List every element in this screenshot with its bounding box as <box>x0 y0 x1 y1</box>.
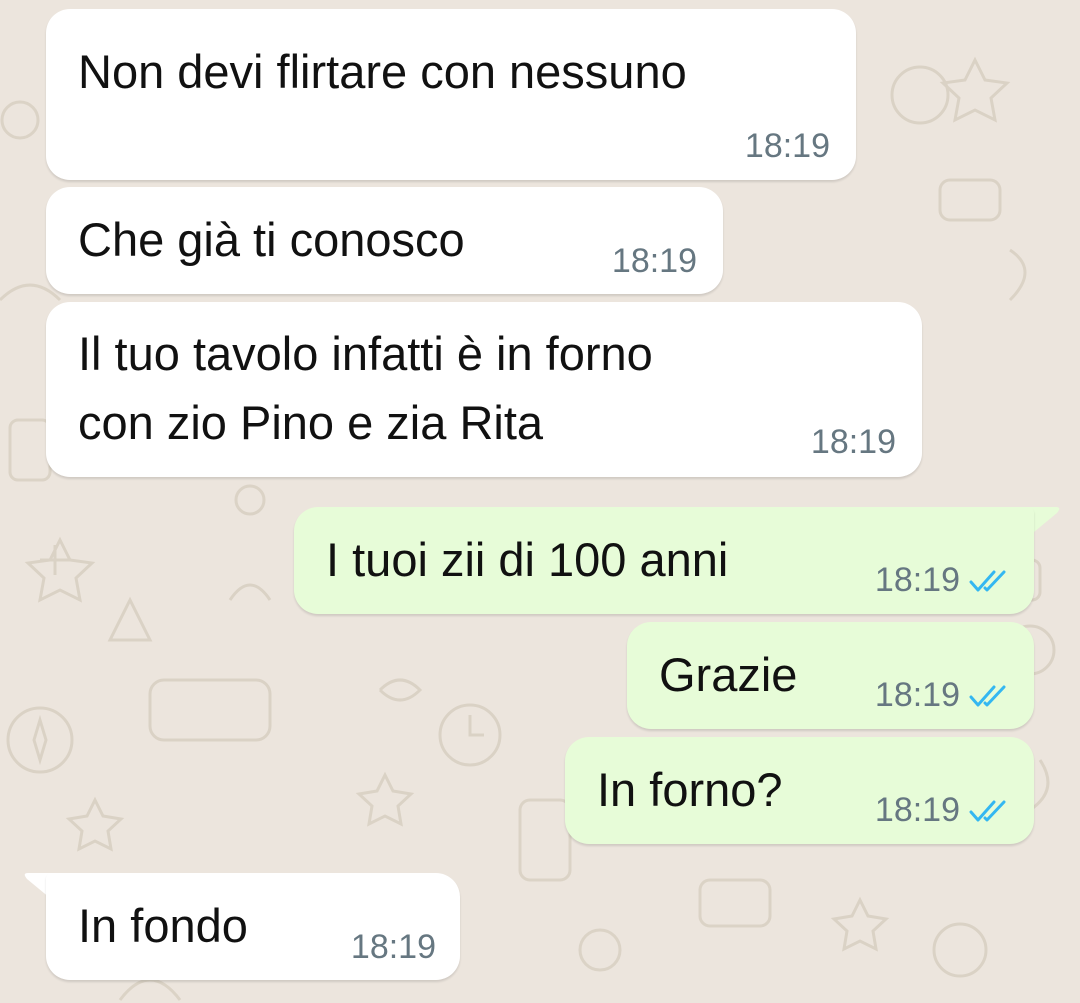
double-check-icon <box>969 800 1006 821</box>
incoming-message-bubble[interactable]: Non devi flirtare con nessuno 18:19 <box>46 9 856 180</box>
message-timestamp: 18:19 <box>811 423 896 462</box>
timestamp-text: 18:19 <box>744 127 830 165</box>
timestamp-text: 18:19 <box>350 928 436 966</box>
double-check-icon <box>969 685 1006 706</box>
message-text: Che già ti conosco <box>78 213 465 266</box>
timestamp-text: 18:19 <box>874 561 960 599</box>
timestamp-text: 18:19 <box>874 676 960 714</box>
message-text-line: con zio Pino e zia Rita <box>78 396 544 449</box>
message-text: In fondo <box>78 899 248 952</box>
incoming-message-bubble[interactable]: Il tuo tavolo infatti è in forno con zio… <box>46 302 922 477</box>
message-timestamp: 18:19 <box>875 561 1008 600</box>
message-timestamp: 18:19 <box>875 676 1008 715</box>
double-check-icon <box>969 570 1006 591</box>
incoming-message-bubble[interactable]: Che già ti conosco 18:19 <box>46 187 723 294</box>
timestamp-text: 18:19 <box>810 423 896 461</box>
message-text: I tuoi zii di 100 anni <box>326 533 729 586</box>
message-text-line: Il tuo tavolo infatti è in forno <box>78 327 653 380</box>
message-text: Non devi flirtare con nessuno <box>78 45 687 98</box>
message-timestamp: 18:19 <box>745 127 830 166</box>
message-text: Grazie <box>659 648 798 701</box>
message-timestamp: 18:19 <box>351 928 436 967</box>
message-text: In forno? <box>597 763 783 816</box>
incoming-message-bubble[interactable]: In fondo 18:19 <box>46 873 460 980</box>
outgoing-message-bubble[interactable]: I tuoi zii di 100 anni 18:19 <box>294 507 1034 614</box>
timestamp-text: 18:19 <box>874 791 960 829</box>
outgoing-message-bubble[interactable]: Grazie 18:19 <box>627 622 1034 729</box>
timestamp-text: 18:19 <box>611 242 697 280</box>
outgoing-message-bubble[interactable]: In forno? 18:19 <box>565 737 1034 844</box>
message-timestamp: 18:19 <box>612 242 697 281</box>
message-timestamp: 18:19 <box>875 791 1008 830</box>
